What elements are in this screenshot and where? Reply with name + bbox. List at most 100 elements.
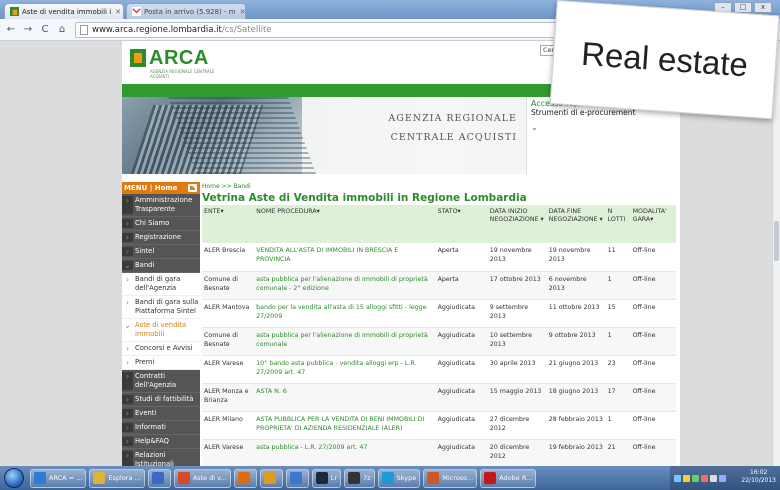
agency-name: AGENZIA REGIONALE CENTRALE ACQUISTI: [362, 109, 517, 147]
start-button[interactable]: [4, 468, 24, 488]
tray-icon[interactable]: [719, 474, 726, 482]
table-row: ALER Mantova bando per la vendita all'ast…: [202, 299, 676, 328]
table-cell: Aggiudicata: [435, 383, 488, 412]
tray-icon[interactable]: [692, 474, 699, 482]
menu-header[interactable]: MENU | Home: [122, 182, 200, 194]
menu-item[interactable]: › Premi: [122, 356, 200, 370]
column-header[interactable]: N LOTTI: [605, 205, 631, 243]
maximize-button[interactable]: □: [734, 2, 752, 13]
procedure-link[interactable]: asta pubblica per l'alienazione di immob…: [254, 271, 436, 300]
scrollbar-thumb[interactable]: [774, 221, 779, 261]
column-header[interactable]: DATA INIZIO NEGOZIAZIONE ▾: [487, 205, 547, 243]
app-icon: [177, 472, 190, 484]
menu-item[interactable]: › Contratti dell'Agenzia: [122, 370, 200, 393]
menu-item-label: Eventi: [135, 409, 157, 417]
column-header[interactable]: MODALITA' GARA▾: [630, 205, 676, 243]
procedure-link[interactable]: bando per la vendita all'asta di 15 allo…: [254, 299, 436, 328]
chevron-down-icon: ⌄: [122, 261, 133, 270]
address-bar[interactable]: www.arca.regione.lombardia.it/cs/Satelli…: [75, 21, 635, 38]
system-clock[interactable]: 16:02 22/10/2013: [741, 469, 776, 485]
taskbar-button[interactable]: [259, 468, 283, 488]
chevron-down-icon[interactable]: ⌄: [531, 123, 676, 132]
chevron-right-icon: ›: [122, 247, 133, 256]
menu-item[interactable]: › Informati: [122, 421, 200, 435]
app-icon: [427, 472, 440, 484]
menu-item-label: Help&FAQ: [135, 437, 169, 445]
column-header[interactable]: ENTE▾: [202, 205, 255, 243]
menu-item[interactable]: › Chi Siamo: [122, 217, 200, 231]
column-header[interactable]: STATO▾: [435, 205, 488, 243]
column-header[interactable]: DATA FINE NEGOZIAZIONE ▾: [546, 205, 606, 243]
tab-close-icon[interactable]: ✕: [240, 8, 245, 16]
breadcrumb[interactable]: Home >> Bandi: [202, 182, 680, 191]
tray-icon[interactable]: [701, 474, 708, 482]
tray-icon[interactable]: [674, 474, 681, 482]
column-header[interactable]: NOME PROCEDURA▾: [254, 205, 436, 243]
taskbar-button[interactable]: [147, 468, 171, 488]
procedure-link[interactable]: asta pubblica per l'alienazione di immob…: [254, 327, 436, 356]
menu-item[interactable]: › Relazioni Istituzionali: [122, 449, 200, 466]
menu-item[interactable]: › Help&FAQ: [122, 435, 200, 449]
menu-item-label: Bandi di gara dell'Agenzia: [135, 275, 181, 292]
menu-item[interactable]: › Concorsi e Avvisi: [122, 342, 200, 356]
taskbar-button[interactable]: Aste di v...: [173, 468, 231, 488]
home-icon[interactable]: ⌂: [55, 23, 69, 37]
taskbar-button[interactable]: 7z: [344, 468, 375, 488]
taskbar-button[interactable]: [285, 468, 309, 488]
taskbar-label: Lr: [330, 474, 338, 482]
close-window-button[interactable]: x: [754, 2, 772, 13]
menu-item[interactable]: › Bandi di gara dell'Agenzia: [122, 273, 200, 296]
taskbar-button[interactable]: Skype: [377, 468, 421, 488]
arca-logo[interactable]: ARCA: [130, 47, 209, 69]
url-host: www.arca.regione.lombardia.it: [92, 24, 222, 35]
taskbar-label: Esplora ...: [108, 474, 141, 482]
menu-item-label: Aste di vendita immobili: [135, 321, 187, 338]
procedure-link[interactable]: ASTA N. 6: [254, 383, 436, 412]
procedure-link[interactable]: VENDITA ALL'ASTA DI IMMOBILI IN BRESCIA …: [254, 243, 436, 272]
menu-item-label: Amministrazione Trasparente: [135, 196, 193, 213]
procedure-link[interactable]: ASTA PUBBLICA PER LA VENDITA DI BENI IMM…: [254, 411, 436, 440]
logo-text: ARCA: [149, 47, 209, 69]
tab-posta-in-arrivo[interactable]: Posta in arrivo (5.928) - m ✕: [126, 3, 246, 19]
rss-icon[interactable]: [188, 184, 197, 192]
taskbar-button[interactable]: Adobe R...: [480, 468, 537, 488]
menu-item[interactable]: › Eventi: [122, 407, 200, 421]
table-cell: 18 giugno 2013: [546, 383, 606, 412]
menu-item[interactable]: ⌄ Aste di vendita immobili: [122, 319, 200, 342]
taskbar-button[interactable]: Microso...: [423, 468, 478, 488]
menu-item[interactable]: › Bandi di gara sulla Piattaforma Sintel: [122, 296, 200, 319]
app-icon: [263, 472, 276, 484]
clock-date: 22/10/2013: [741, 477, 776, 484]
menu-item-label: Concorsi e Avvisi: [135, 344, 193, 352]
logo-subtitle: AGENZIA REGIONALE CENTRALE ACQUISTI: [150, 69, 215, 79]
taskbar-button[interactable]: ARCA = ...: [30, 468, 87, 488]
table-cell: 10 settembre 2013: [487, 327, 547, 356]
taskbar-button[interactable]: Lr: [311, 468, 342, 488]
table-row: ALER Varese 10° bando asta pubblica - ven…: [202, 355, 676, 384]
forward-arrow-icon[interactable]: →: [21, 23, 35, 37]
chevron-right-icon: ›: [122, 219, 133, 228]
procedure-link[interactable]: asta pubblica - L.R. 27/2009 art. 47: [254, 439, 436, 466]
back-arrow-icon[interactable]: ←: [4, 23, 18, 37]
taskbar-button[interactable]: Esplora ...: [89, 468, 145, 488]
table-header-row: ENTE▾ NOME PROCEDURA▾ STATO▾ DATA INIZIO NE…: [202, 205, 676, 243]
menu-item[interactable]: › Studi di fattibilità: [122, 393, 200, 407]
taskbar-button[interactable]: [233, 468, 257, 488]
menu-item[interactable]: › Amministrazione Trasparente: [122, 194, 200, 217]
gmail-favicon-icon: [132, 7, 141, 16]
table-row: ALER Varese asta pubblica - L.R. 27/2009 …: [202, 439, 676, 466]
tray-icon[interactable]: [683, 474, 690, 482]
sidebar-menu: MENU | Home › Amministrazione Trasparente…: [122, 182, 200, 466]
reload-icon[interactable]: C: [38, 23, 52, 37]
menu-item[interactable]: › Registrazione: [122, 231, 200, 245]
table-cell: 19 novembre 2013: [546, 243, 606, 272]
menu-item[interactable]: › Sintel: [122, 245, 200, 259]
tab-aste-vendita[interactable]: Aste di vendita immobili i ✕: [4, 3, 124, 19]
menu-item-label: Premi: [135, 358, 155, 366]
menu-item[interactable]: ⌄ Bandi: [122, 259, 200, 273]
procedure-link[interactable]: 10° bando asta pubblica - vendita allogg…: [254, 355, 436, 384]
table-cell: ALER Milano: [202, 411, 255, 440]
table-cell: Off-line: [630, 243, 676, 272]
tab-close-icon[interactable]: ✕: [115, 8, 121, 16]
tray-icon[interactable]: [710, 474, 717, 482]
